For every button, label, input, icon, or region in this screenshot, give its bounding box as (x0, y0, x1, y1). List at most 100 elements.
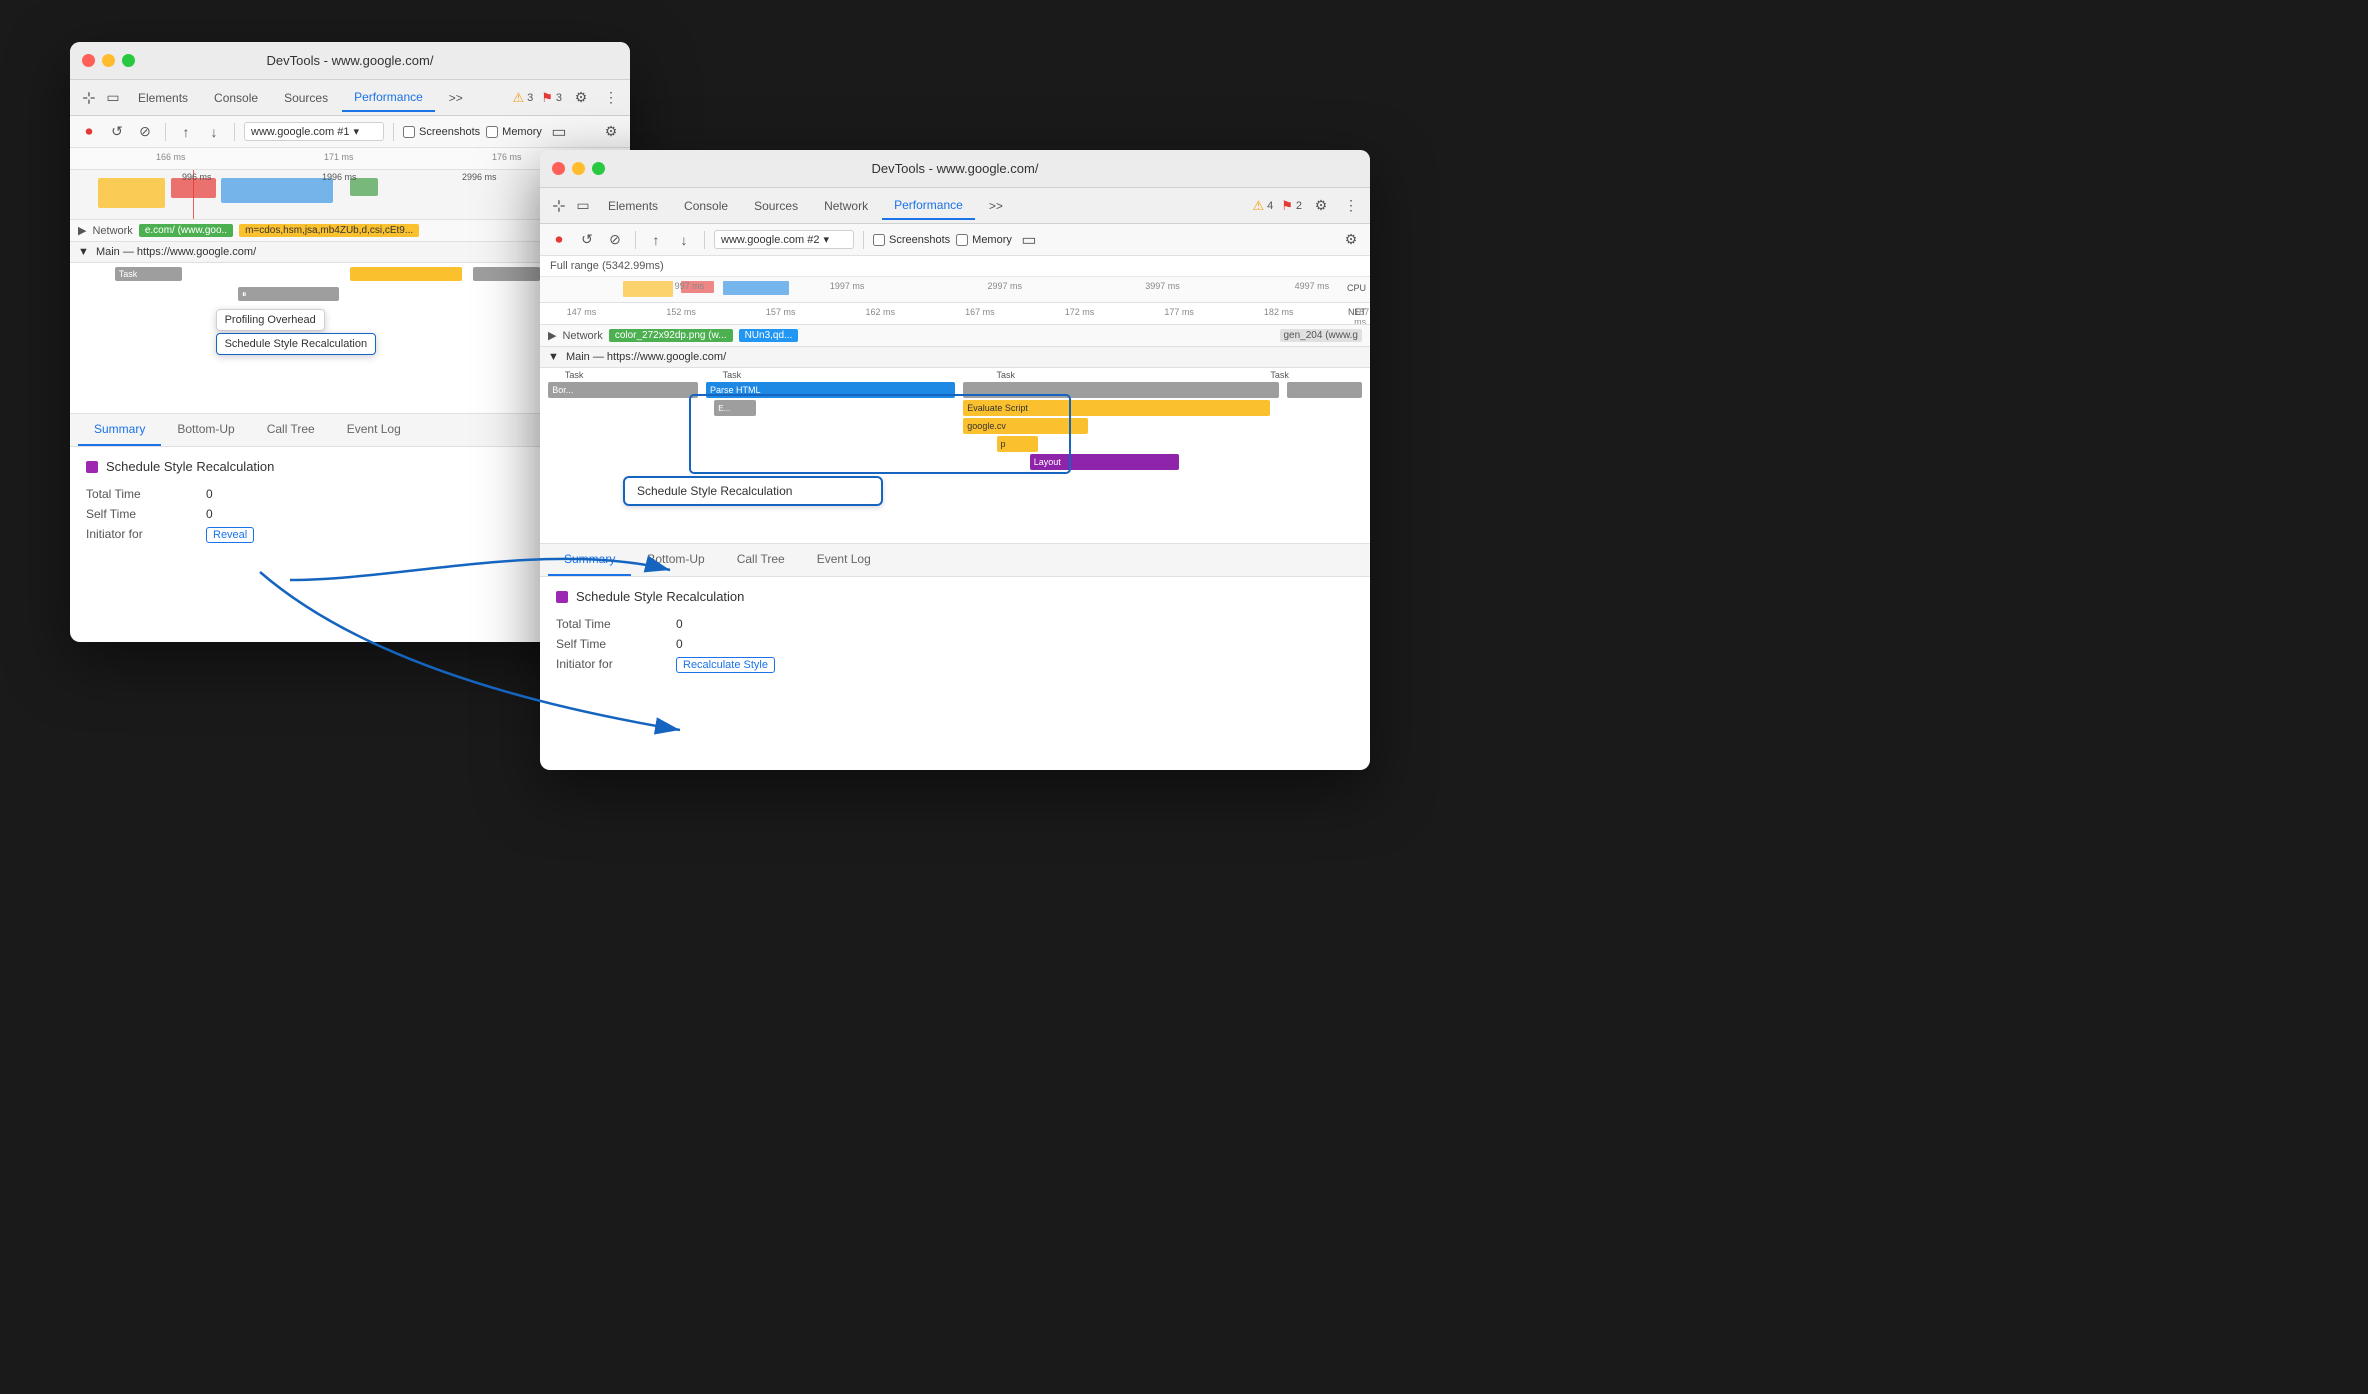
full-ruler-tick-4: 4997 ms (1295, 281, 1330, 291)
network-row-2: ▶ Network color_272x92dp.png (w... NUn3,… (540, 325, 1370, 347)
task-parse-html: Parse HTML (706, 382, 955, 398)
recalculate-link-2[interactable]: Recalculate Style (676, 657, 775, 673)
reload-btn-1[interactable]: ↺ (106, 121, 128, 143)
clear-btn-1[interactable]: ⊘ (134, 121, 156, 143)
tab-console-2[interactable]: Console (672, 193, 740, 219)
toolbar-right-2: ⚙ (1340, 229, 1362, 251)
tab-elements-2[interactable]: Elements (596, 193, 670, 219)
clear-btn-2[interactable]: ⊘ (604, 229, 626, 251)
google-cv: google.cv (963, 418, 1088, 434)
record-btn-2[interactable]: ⏺ (548, 229, 570, 251)
initiator-key-2: Initiator for (556, 657, 676, 673)
zoom-tick-2: 157 ms (766, 307, 796, 317)
tab-performance-2[interactable]: Performance (882, 192, 975, 220)
total-time-key-1: Total Time (86, 487, 206, 501)
divider-1c (393, 123, 394, 141)
task-bar-1: Task (115, 267, 182, 281)
expand-icon-2[interactable]: ▶ (548, 329, 556, 342)
tab-sources-2[interactable]: Sources (742, 193, 810, 219)
summary-row-total-2: Total Time 0 (556, 614, 1354, 634)
tab-sources-1[interactable]: Sources (272, 85, 340, 111)
zoom-tick-1: 152 ms (666, 307, 696, 317)
warning-icon-1: ⚠ (512, 90, 524, 106)
minimize-button-1[interactable] (102, 54, 115, 67)
summary-row-total-1: Total Time 0 (86, 484, 614, 504)
error-icon-1: ⚑ (541, 90, 553, 106)
divider-2c (863, 231, 864, 249)
download-btn-2[interactable]: ↓ (673, 229, 695, 251)
tab-more-1[interactable]: >> (437, 85, 475, 111)
memory-checkbox-2[interactable] (956, 234, 968, 246)
task-item-highlighted[interactable]: ⏸ (238, 287, 339, 301)
self-time-val-2: 0 (676, 637, 683, 651)
toolbar-right-1: ⚙ (600, 121, 622, 143)
filmstrip-btn-2[interactable]: ▭ (1018, 229, 1040, 251)
close-button-2[interactable] (552, 162, 565, 175)
sub-task-e: E... (714, 400, 756, 416)
bottomup-tab-2[interactable]: Bottom-Up (631, 544, 720, 576)
zoom-tick-6: 177 ms (1164, 307, 1194, 317)
thread-expand-1[interactable]: ▼ (78, 246, 89, 258)
summary-tab-2[interactable]: Summary (548, 544, 631, 576)
upload-btn-1[interactable]: ↑ (175, 121, 197, 143)
inspect-icon-1[interactable]: ⊹ (78, 87, 100, 109)
summary-tab-1[interactable]: Summary (78, 414, 161, 446)
callout-schedule-2: Schedule Style Recalculation (623, 476, 883, 506)
settings-icon-2[interactable]: ⚙ (1310, 195, 1332, 217)
more-icon-1[interactable]: ⋮ (600, 87, 622, 109)
tab-performance-1[interactable]: Performance (342, 84, 435, 112)
device-icon-1[interactable]: ▭ (102, 87, 124, 109)
memory-checkbox-1[interactable] (486, 126, 498, 138)
calltree-tab-1[interactable]: Call Tree (251, 414, 331, 446)
warning-badge-1: ⚠ 3 (512, 90, 533, 106)
maximize-button-2[interactable] (592, 162, 605, 175)
record-btn-1[interactable]: ⏺ (78, 121, 100, 143)
thread-expand-2[interactable]: ▼ (548, 351, 559, 363)
expand-icon-1[interactable]: ▶ (78, 224, 86, 237)
tab-icons-2: ⚠ 4 ⚑ 2 ⚙ ⋮ (1252, 195, 1362, 217)
toolbar-1: ⏺ ↺ ⊘ ↑ ↓ www.google.com #1 ▾ Screenshot… (70, 116, 630, 148)
bottomup-tab-1[interactable]: Bottom-Up (161, 414, 250, 446)
upload-btn-2[interactable]: ↑ (645, 229, 667, 251)
eventlog-tab-2[interactable]: Event Log (801, 544, 887, 576)
screenshots-checkbox-2[interactable] (873, 234, 885, 246)
settings-btn-1[interactable]: ⚙ (600, 121, 622, 143)
url-selector-2[interactable]: www.google.com #2 ▾ (714, 230, 854, 249)
download-btn-1[interactable]: ↓ (203, 121, 225, 143)
titlebar-2: DevTools - www.google.com/ (540, 150, 1370, 188)
task-p: p (997, 436, 1039, 452)
summary-row-initiator-2: Initiator for Recalculate Style (556, 654, 1354, 676)
zoom-tick-0: 147 ms (567, 307, 597, 317)
thread-label-1: Main — https://www.google.com/ (96, 246, 256, 258)
ruler-mark-2-1: 176 ms (492, 152, 522, 162)
settings-icon-1[interactable]: ⚙ (570, 87, 592, 109)
eventlog-tab-1[interactable]: Event Log (331, 414, 417, 446)
minimize-button-2[interactable] (572, 162, 585, 175)
error-count-2: 2 (1296, 200, 1302, 212)
devtools-window-2: DevTools - www.google.com/ ⊹ ▭ Elements … (540, 150, 1370, 770)
memory-label-2: Memory (972, 234, 1012, 246)
url-chevron-2: ▾ (823, 233, 829, 246)
tab-console-1[interactable]: Console (202, 85, 270, 111)
settings-btn-2[interactable]: ⚙ (1340, 229, 1362, 251)
time-label-2: 1996 ms (322, 172, 357, 182)
titlebar-1: DevTools - www.google.com/ (70, 42, 630, 80)
network-label-2: Network (562, 330, 602, 342)
tab-network-2[interactable]: Network (812, 193, 880, 219)
device-icon-2[interactable]: ▭ (572, 195, 594, 217)
reveal-link-1[interactable]: Reveal (206, 527, 254, 543)
close-button-1[interactable] (82, 54, 95, 67)
tab-elements-1[interactable]: Elements (126, 85, 200, 111)
tab-more-2[interactable]: >> (977, 193, 1015, 219)
full-ruler-tick-3: 3997 ms (1145, 281, 1180, 291)
cpu-label: CPU (1347, 283, 1366, 293)
more-icon-2[interactable]: ⋮ (1340, 195, 1362, 217)
filmstrip-btn-1[interactable]: ▭ (548, 121, 570, 143)
url-selector-1[interactable]: www.google.com #1 ▾ (244, 122, 384, 141)
maximize-button-1[interactable] (122, 54, 135, 67)
calltree-tab-2[interactable]: Call Tree (721, 544, 801, 576)
reload-btn-2[interactable]: ↺ (576, 229, 598, 251)
screenshots-checkbox-1[interactable] (403, 126, 415, 138)
zoom-tick-5: 172 ms (1065, 307, 1095, 317)
inspect-icon-2[interactable]: ⊹ (548, 195, 570, 217)
